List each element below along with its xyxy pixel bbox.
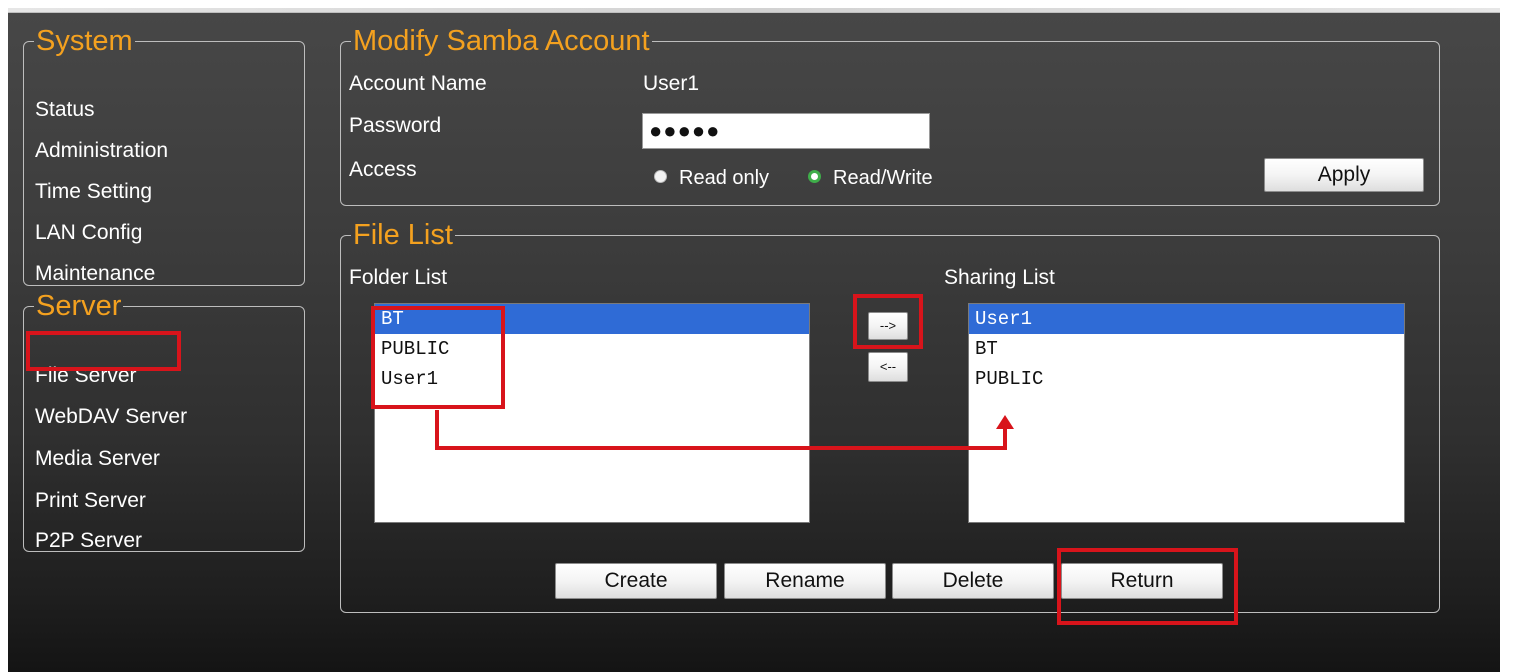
apply-button[interactable]: Apply <box>1264 158 1424 192</box>
transfer-arrow-across <box>435 446 1007 450</box>
nav-file-server[interactable]: File Server <box>35 364 137 388</box>
folder-item-public[interactable]: PUBLIC <box>375 334 809 364</box>
transfer-arrow-up <box>1003 428 1007 450</box>
account-name-label: Account Name <box>349 72 487 95</box>
read-write-radio[interactable] <box>808 170 821 183</box>
access-label: Access <box>349 158 417 181</box>
nav-status[interactable]: Status <box>35 98 95 122</box>
create-button[interactable]: Create <box>555 563 717 599</box>
server-legend: Server <box>36 290 122 322</box>
transfer-arrowhead-icon <box>996 415 1014 429</box>
page-edge <box>1500 8 1517 671</box>
return-button[interactable]: Return <box>1061 563 1223 599</box>
sharing-item-bt[interactable]: BT <box>969 334 1404 364</box>
nav-lan-config[interactable]: LAN Config <box>35 221 142 245</box>
add-to-sharing-button[interactable]: --> <box>868 312 908 340</box>
system-panel: System Status Administration Time Settin… <box>23 25 305 286</box>
account-legend: Modify Samba Account <box>353 25 650 57</box>
read-only-label[interactable]: Read only <box>679 166 769 190</box>
nav-administration[interactable]: Administration <box>35 139 168 163</box>
nav-maintenance[interactable]: Maintenance <box>35 262 155 286</box>
password-label: Password <box>349 114 442 137</box>
rename-button[interactable]: Rename <box>724 563 886 599</box>
read-only-radio[interactable] <box>654 170 667 183</box>
sharing-listbox[interactable]: User1 BT PUBLIC <box>968 303 1405 523</box>
delete-button[interactable]: Delete <box>892 563 1054 599</box>
transfer-arrow-down <box>435 410 439 450</box>
folder-item-bt[interactable]: BT <box>375 304 809 334</box>
sharing-item-public[interactable]: PUBLIC <box>969 364 1404 394</box>
password-field[interactable]: ●●●●● <box>642 113 930 149</box>
file-list-legend: File List <box>353 219 453 251</box>
nav-webdav-server[interactable]: WebDAV Server <box>35 405 187 429</box>
folder-list-label: Folder List <box>349 266 448 289</box>
nav-p2p-server[interactable]: P2P Server <box>35 529 142 553</box>
sharing-list-label: Sharing List <box>944 266 1055 289</box>
folder-listbox[interactable]: BT PUBLIC User1 <box>374 303 810 523</box>
read-write-label[interactable]: Read/Write <box>833 166 933 190</box>
nav-print-server[interactable]: Print Server <box>35 489 146 513</box>
sharing-item-user1[interactable]: User1 <box>969 304 1404 334</box>
account-name-value: User1 <box>643 72 700 95</box>
nav-time-setting[interactable]: Time Setting <box>35 180 152 204</box>
folder-item-user1[interactable]: User1 <box>375 364 809 394</box>
system-legend: System <box>36 25 133 57</box>
nav-media-server[interactable]: Media Server <box>35 447 160 471</box>
server-panel: Server File Server WebDAV Server Media S… <box>23 290 305 553</box>
remove-from-sharing-button[interactable]: <-- <box>868 352 908 382</box>
